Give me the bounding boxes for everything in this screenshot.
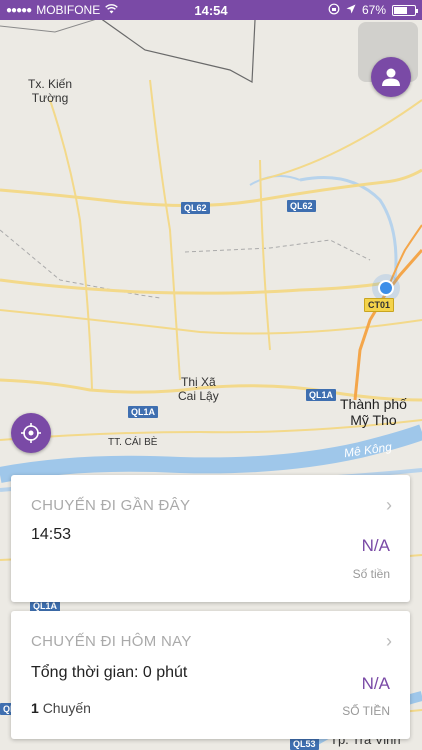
location-arrow-icon	[346, 3, 356, 17]
recent-trip-title: CHUYẾN ĐI GẦN ĐÂY	[31, 497, 191, 514]
chevron-right-icon: ›	[386, 631, 392, 651]
place-label-kien-tuong: Tx. Kiến Tường	[28, 77, 73, 105]
place-label-cai-lay: Thị Xã Cai Lậy	[178, 375, 219, 403]
road-shield-ql62: QL62	[287, 200, 316, 212]
user-icon	[382, 68, 400, 86]
chevron-right-icon: ›	[386, 495, 392, 515]
recent-trip-card[interactable]: CHUYẾN ĐI GẦN ĐÂY › 14:53 N/A Số tiền	[11, 475, 410, 602]
battery-percent: 67%	[361, 3, 386, 17]
road-shield-ct01: CT01	[364, 298, 395, 312]
road-shield-ql62: QL62	[181, 202, 210, 214]
recent-trip-time: 14:53	[31, 526, 72, 543]
profile-button[interactable]	[371, 57, 411, 97]
carrier-name: MOBIFONE	[36, 3, 101, 17]
today-trips-title: CHUYẾN ĐI HÔM NAY	[31, 633, 192, 650]
today-trips-amount: N/A	[361, 674, 390, 693]
road-shield-ql1a: QL1A	[128, 406, 159, 418]
battery-icon	[392, 4, 418, 16]
current-location-dot	[380, 282, 392, 294]
today-trips-card[interactable]: CHUYẾN ĐI HÔM NAY › Tổng thời gian: 0 ph…	[11, 611, 410, 739]
today-total-time: Tổng thời gian: 0 phút	[31, 664, 188, 681]
place-label-my-tho: Thành phố Mỹ Tho	[340, 396, 407, 429]
today-trips-amount-label: SỐ TIỀN	[342, 704, 390, 718]
place-label-cai-be: TT. CÁI BÈ	[108, 437, 158, 448]
today-trip-count: 1 Chuyến	[31, 700, 91, 716]
rotation-lock-icon	[328, 3, 340, 18]
signal-strength-icon: ●●●●●	[6, 4, 32, 16]
locate-me-button[interactable]	[11, 413, 51, 453]
road-shield-ql53: QL53	[290, 738, 319, 750]
crosshair-icon	[21, 423, 41, 443]
trip-count-value: 1	[31, 700, 39, 716]
road-shield-ql1a: QL1A	[306, 389, 337, 401]
battery-level	[394, 6, 407, 14]
recent-trip-amount: N/A	[361, 536, 390, 555]
status-bar: ●●●●● MOBIFONE 14:54 67%	[0, 0, 422, 20]
trip-count-label: Chuyến	[42, 700, 91, 716]
recent-trip-amount-label: Số tiền	[352, 567, 390, 581]
wifi-icon	[105, 3, 119, 17]
